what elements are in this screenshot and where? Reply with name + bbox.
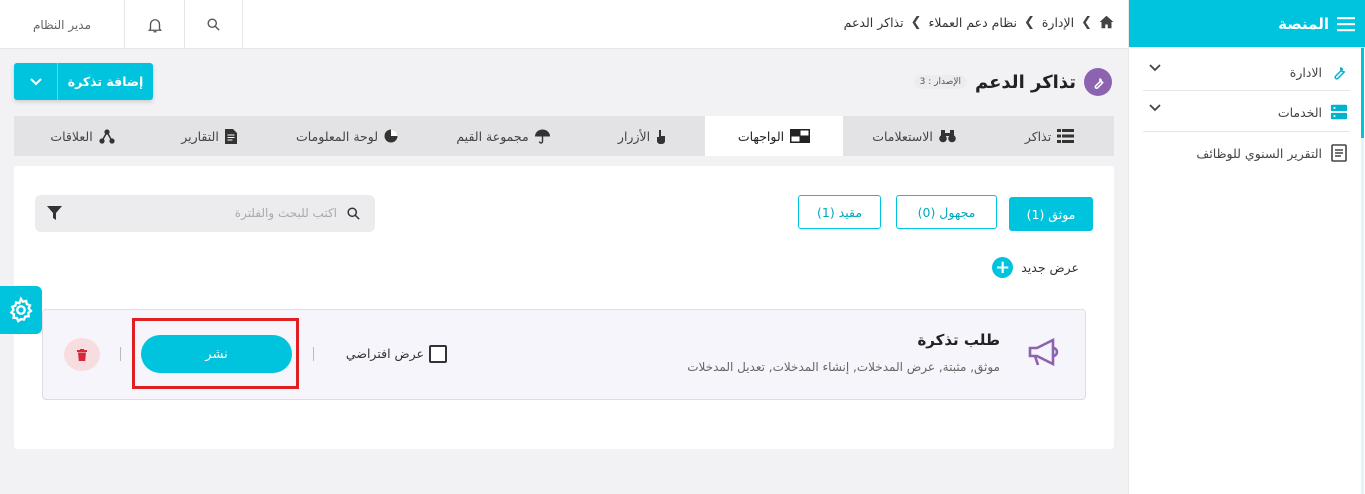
search-placeholder: اكتب للبحث والفلترة xyxy=(234,206,337,220)
tab-reports[interactable]: التقارير xyxy=(151,116,267,156)
settings-button[interactable] xyxy=(0,286,42,334)
document-icon xyxy=(224,128,237,144)
default-view-checkbox[interactable] xyxy=(429,345,447,363)
filter-label: مجهول (0) xyxy=(917,204,976,220)
tab-value-sets[interactable]: مجموعة القيم xyxy=(427,116,579,156)
sidebar-title: المنصة xyxy=(1278,14,1329,33)
top-bar: مدير النظام ❯ الإدارة ❯ نظام دعم العملاء… xyxy=(0,0,1128,49)
sidebar-item-services[interactable]: الخدمات xyxy=(1143,92,1350,132)
tab-label: الواجهات xyxy=(737,128,785,144)
tab-label: الاستعلامات xyxy=(872,128,933,144)
search-icon xyxy=(347,207,360,220)
wrench-icon xyxy=(1328,63,1350,81)
breadcrumb-item[interactable]: الإدارة xyxy=(1042,15,1074,30)
filter-anonymous-button[interactable]: مجهول (0) xyxy=(896,195,997,229)
chevron-icon: ❯ xyxy=(910,14,922,30)
new-view-button[interactable]: عرض جديد + xyxy=(992,257,1079,278)
version-badge: الإصدار : 3 xyxy=(913,75,967,89)
sidebar-item-label: الخدمات xyxy=(1277,104,1322,120)
tab-label: لوحة المعلومات xyxy=(295,128,379,144)
filter-restricted-button[interactable]: مقيد (1) xyxy=(798,195,881,229)
new-view-label: عرض جديد xyxy=(1021,260,1079,275)
view-title: طلب تذكرة xyxy=(917,331,1000,349)
pie-icon xyxy=(384,129,398,143)
add-ticket-label: إضافة تذكرة xyxy=(67,74,144,89)
divider xyxy=(120,347,121,361)
chevron-icon: ❯ xyxy=(1023,14,1035,30)
chevron-down-icon xyxy=(1149,64,1161,72)
search-button[interactable] xyxy=(185,0,243,49)
wrench-icon xyxy=(1084,68,1112,96)
sidebar-item-annual-report[interactable]: التقرير السنوي للوظائف xyxy=(1143,133,1350,173)
breadcrumb-item[interactable]: نظام دعم العملاء xyxy=(929,15,1017,30)
delete-button[interactable] xyxy=(64,338,100,371)
search-icon xyxy=(207,18,220,31)
umbrella-icon xyxy=(534,129,550,144)
tab-label: العلاقات xyxy=(50,128,93,144)
sidebar-item-administration[interactable]: الادارة xyxy=(1143,52,1350,92)
relations-icon xyxy=(99,128,115,144)
chevron-down-icon xyxy=(1149,104,1161,112)
plus-icon: + xyxy=(992,257,1014,278)
chevron-icon: ❯ xyxy=(1081,14,1092,30)
notifications-button[interactable] xyxy=(125,0,185,49)
divider xyxy=(313,347,314,361)
tab-label: التقارير xyxy=(181,128,219,144)
tab-relations[interactable]: العلاقات xyxy=(14,116,151,156)
tab-interfaces[interactable]: الواجهات xyxy=(705,116,843,156)
user-name: مدير النظام xyxy=(32,17,92,32)
filter-icon[interactable] xyxy=(47,206,62,220)
filter-label: مقيد (1) xyxy=(816,204,863,220)
tab-buttons[interactable]: الأزرار xyxy=(579,116,705,156)
filter-label: موثق (1) xyxy=(1026,206,1076,222)
sidebar-item-label: الادارة xyxy=(1289,64,1322,80)
highlight-box xyxy=(132,318,299,389)
menu-icon[interactable] xyxy=(1337,16,1355,32)
layout-icon xyxy=(790,129,811,143)
sidebar-divider xyxy=(1143,90,1350,91)
tab-bar: تذاكر الاستعلامات الواجهات الأزرار مجموع… xyxy=(14,116,1114,156)
add-ticket-dropdown[interactable] xyxy=(14,63,58,100)
default-view-label: عرض افتراضي xyxy=(345,346,424,361)
list-icon xyxy=(1057,129,1075,143)
page-header: تذاكر الدعم الإصدار : 3 xyxy=(913,68,1112,96)
pointer-icon xyxy=(657,129,666,144)
chevron-down-icon xyxy=(29,77,42,85)
tab-dashboard[interactable]: لوحة المعلومات xyxy=(267,116,427,156)
bell-icon xyxy=(147,18,162,32)
sidebar-divider xyxy=(1143,131,1350,132)
trash-icon xyxy=(77,348,87,361)
breadcrumb: ❯ الإدارة ❯ نظام دعم العملاء ❯ تذاكر الد… xyxy=(844,0,1114,44)
search-field[interactable]: اكتب للبحث والفلترة xyxy=(35,195,375,232)
sidebar: المنصة الادارة الخدمات التقرير السنوي لل… xyxy=(1128,0,1365,494)
tab-label: تذاكر xyxy=(1024,128,1052,144)
add-ticket-button[interactable]: إضافة تذكرة xyxy=(14,63,153,100)
home-icon[interactable] xyxy=(1099,15,1114,29)
breadcrumb-current: تذاكر الدعم xyxy=(843,14,904,30)
sidebar-item-label: التقرير السنوي للوظائف xyxy=(1196,145,1322,161)
megaphone-icon xyxy=(1028,338,1059,367)
report-icon xyxy=(1328,144,1350,162)
filter-authenticated-button[interactable]: موثق (1) xyxy=(1009,197,1093,231)
gear-icon xyxy=(9,296,33,323)
scrollbar-thumb[interactable] xyxy=(1361,48,1364,138)
binoculars-icon xyxy=(939,130,956,143)
tab-label: مجموعة القيم xyxy=(456,128,529,144)
page-title: تذاكر الدعم xyxy=(975,71,1076,93)
tab-label: الأزرار xyxy=(617,128,651,144)
sidebar-header[interactable]: المنصة xyxy=(1129,0,1365,47)
server-icon xyxy=(1328,103,1350,121)
tab-queries[interactable]: الاستعلامات xyxy=(843,116,985,156)
views-panel: موثق (1) مجهول (0) مقيد (1) اكتب للبحث و… xyxy=(14,166,1114,449)
user-menu[interactable]: مدير النظام xyxy=(0,0,125,49)
tab-tickets[interactable]: تذاكر xyxy=(985,116,1114,156)
view-tags: موثق, مثبتة, عرض المدخلات, إنشاء المدخلا… xyxy=(687,360,1000,374)
